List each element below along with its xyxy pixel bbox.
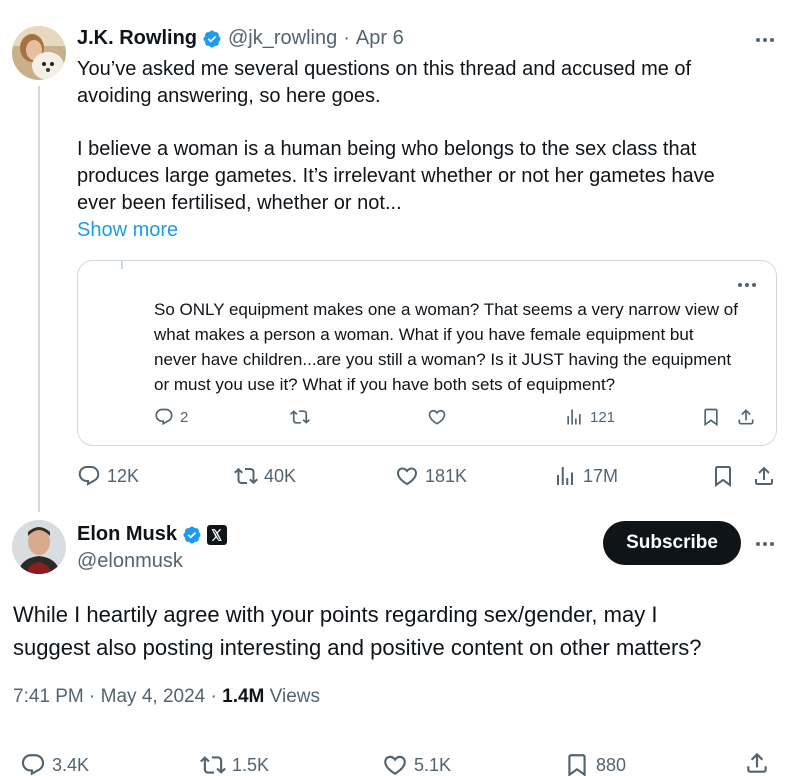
views-count: 17M: [583, 465, 619, 486]
reply-meta-row: 7:41 PM · May 4, 2024 · 1.4M Views: [13, 686, 320, 708]
reply-text-line: suggest also posting interesting and pos…: [13, 635, 702, 660]
more-icon[interactable]: [732, 275, 762, 295]
bookmark-icon: [704, 408, 718, 427]
x-logo-icon[interactable]: [207, 524, 228, 545]
reply-tweet-bookmark-button[interactable]: 880: [564, 752, 626, 776]
repost-button[interactable]: 40K: [234, 464, 296, 488]
quoted-tweet-text: So ONLY equipment makes one a woman? Tha…: [154, 297, 764, 397]
more-icon[interactable]: [750, 534, 780, 554]
quote-repost-button[interactable]: [290, 407, 310, 427]
share-icon: [755, 466, 773, 485]
reply-count: 12K: [107, 465, 140, 486]
meta-separator: ·: [343, 27, 350, 49]
like-icon: [396, 467, 418, 486]
reply-tweet-repost-count: 1.5K: [232, 754, 270, 775]
author-handle[interactable]: @jk_rowling: [228, 27, 337, 50]
reply-date[interactable]: May 4, 2024: [101, 686, 206, 707]
verified-icon[interactable]: [202, 29, 222, 49]
bookmark-icon: [715, 466, 731, 487]
tweet-text-line: I believe a woman is a human being who b…: [77, 138, 697, 160]
subscribe-button[interactable]: Subscribe: [603, 521, 741, 565]
repost-count: 40K: [264, 465, 297, 486]
meta-separator: ·: [210, 686, 217, 707]
tweet-text: You’ve asked me several questions on thi…: [77, 56, 777, 217]
reply-author-handle[interactable]: @elonmusk: [77, 550, 183, 573]
reply-text-line: While I heartily agree with your points …: [13, 602, 658, 627]
reply-tweet-text: While I heartily agree with your points …: [13, 598, 783, 664]
reply-tweet-reply-button[interactable]: 3.4K: [20, 752, 89, 776]
tweet-date[interactable]: Apr 6: [356, 27, 404, 50]
reply-views-label: Views: [269, 686, 320, 707]
tweet-text-line: You’ve asked me several questions on thi…: [77, 58, 692, 80]
reply-author-name[interactable]: Elon Musk: [77, 523, 177, 546]
reply-icon: [155, 408, 173, 426]
quote-share-button[interactable]: [736, 407, 756, 427]
like-icon: [428, 409, 446, 425]
reply-author-row: Elon Musk: [77, 523, 228, 546]
avatar-jk-rowling[interactable]: [12, 26, 66, 80]
reply-tweet-like-count: 5.1K: [414, 754, 452, 775]
like-button[interactable]: 181K: [395, 464, 467, 488]
repost-icon: [234, 467, 258, 485]
quote-views-count: 121: [590, 408, 616, 426]
reply-time[interactable]: 7:41 PM: [13, 686, 84, 707]
reply-views-count: 1.4M: [222, 686, 265, 707]
share-icon: [738, 409, 754, 425]
show-more-link[interactable]: Show more: [77, 219, 178, 242]
reply-tweet-like-button[interactable]: 5.1K: [382, 752, 451, 776]
share-icon: [747, 752, 767, 773]
reply-icon: [78, 466, 100, 486]
reply-tweet-share-button[interactable]: [744, 750, 770, 776]
repost-icon: [200, 756, 226, 774]
quote-bookmark-button[interactable]: [701, 407, 721, 427]
views-icon: [557, 467, 573, 485]
author-name[interactable]: J.K. Rowling: [77, 27, 197, 50]
like-icon: [384, 755, 406, 775]
quote-text-line: never have children...are you still a wo…: [154, 350, 732, 369]
views-icon: [567, 409, 581, 425]
quote-reply-count: 2: [180, 408, 189, 426]
reply-icon: [21, 754, 45, 776]
bookmark-button[interactable]: [711, 464, 735, 488]
author-row: J.K. Rowling @jk_rowling · Apr 6: [77, 27, 404, 50]
reply-tweet-repost-button[interactable]: 1.5K: [200, 752, 269, 776]
share-button[interactable]: [752, 464, 776, 488]
tweet-text-line: ever been fertilised, whether or not...: [77, 192, 402, 214]
quote-text-line: or must you use it? What if you have bot…: [154, 375, 616, 394]
quote-text-line: what makes a person a woman. What if you…: [154, 325, 694, 344]
quoted-tweet-card[interactable]: So ONLY equipment makes one a woman? Tha…: [77, 260, 777, 446]
reply-tweet-bookmark-count: 880: [596, 754, 627, 775]
like-count: 181K: [425, 465, 468, 486]
tweet-text-line: avoiding answering, so here goes.: [77, 85, 381, 107]
views-button[interactable]: 17M: [553, 464, 618, 488]
repost-icon: [290, 410, 310, 424]
quote-thread-line: [121, 261, 123, 269]
quote-text-line: So ONLY equipment makes one a woman? Tha…: [154, 300, 738, 319]
reply-tweet-reply-count: 3.4K: [52, 754, 90, 775]
quote-reply-button[interactable]: 2: [154, 407, 188, 427]
more-icon[interactable]: [750, 30, 780, 50]
meta-separator: ·: [89, 686, 96, 707]
avatar-elon-musk[interactable]: [12, 520, 66, 574]
quote-views-button[interactable]: 121: [564, 407, 615, 427]
reply-button[interactable]: 12K: [77, 464, 139, 488]
tweet-text-line: produces large gametes. It’s irrelevant …: [77, 165, 715, 187]
verified-icon[interactable]: [182, 525, 202, 545]
quote-like-button[interactable]: [427, 407, 447, 427]
bookmark-icon: [568, 754, 586, 776]
thread-connector-line: [38, 86, 40, 512]
